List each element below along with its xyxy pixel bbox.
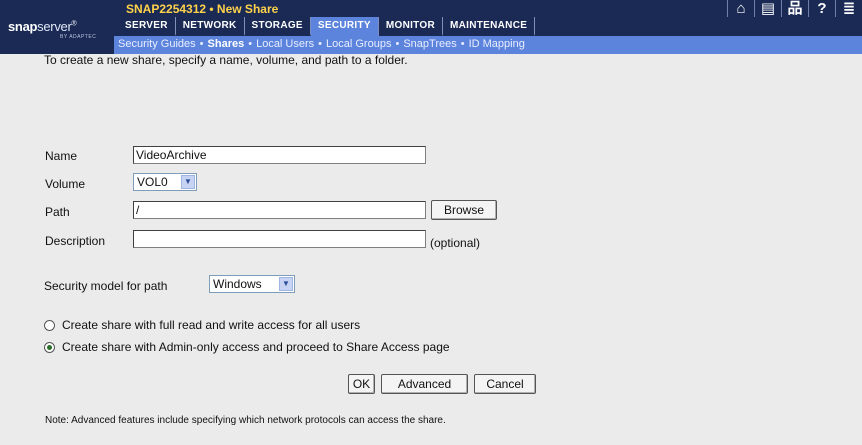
subnav-local-users[interactable]: Local Users [256,38,314,50]
logo-subtitle: BY ADAPTEC [60,34,97,40]
subnav-shares[interactable]: Shares [208,38,245,50]
security-model-value: Windows [213,277,262,291]
path-input[interactable]: / [133,201,426,219]
help-icon[interactable]: ? [808,0,835,17]
radio-full-access-label: Create share with full read and write ac… [62,318,361,332]
subnav-separator: • [395,38,400,50]
browse-button[interactable]: Browse [431,200,497,220]
security-model-select[interactable]: Windows ▼ [209,275,295,293]
intro-text: To create a new share, specify a name, v… [44,53,408,67]
logo-tm: ® [71,20,77,28]
subnav-separator: • [318,38,323,50]
description-label: Description [45,234,106,248]
server-icon[interactable]: ▤ [754,0,781,17]
tab-server[interactable]: SERVER [118,17,176,36]
advanced-button[interactable]: Advanced [381,374,468,394]
main-nav: SERVER NETWORK STORAGE SECURITY MONITOR … [114,17,862,36]
optional-hint: (optional) [430,236,481,250]
subnav-separator: • [199,38,204,50]
tab-network[interactable]: NETWORK [175,17,245,36]
subnav-separator: • [460,38,465,50]
radio-full-access-row[interactable]: Create share with full read and write ac… [44,318,360,332]
network-map-icon[interactable]: 品 [781,0,808,17]
subnav-id-mapping[interactable]: ID Mapping [469,38,525,50]
radio-full-access[interactable] [44,319,55,331]
chevron-down-icon: ▼ [181,175,195,189]
logo-light: server [37,19,72,34]
storage-icon[interactable]: ≣ [835,0,862,17]
tab-monitor[interactable]: MONITOR [378,17,443,36]
page-title: SNAP2254312 • New Share [126,2,279,16]
path-label: Path [45,205,70,219]
advanced-note: Note: Advanced features include specifyi… [45,415,446,426]
home-icon[interactable]: ⌂ [727,0,754,17]
cancel-button[interactable]: Cancel [474,374,536,394]
title-bar: SNAP2254312 • New Share ⌂ ▤ 品 ? ≣ [114,0,862,17]
logo-bold: snap [8,19,38,34]
header: snapserver® BY ADAPTEC SNAP2254312 • New… [0,0,862,54]
radio-admin-access-row[interactable]: Create share with Admin-only access and … [44,340,450,354]
subnav-separator: • [248,38,253,50]
volume-label: Volume [45,177,86,191]
snapserver-logo[interactable]: snapserver® BY ADAPTEC [8,19,96,40]
subnav-local-groups[interactable]: Local Groups [326,38,391,50]
name-input[interactable]: VideoArchive [133,146,426,164]
security-model-label: Security model for path [44,279,168,293]
radio-admin-access-label: Create share with Admin-only access and … [62,340,450,354]
description-input[interactable] [133,230,426,248]
name-label: Name [45,149,78,163]
subnav-snaptrees[interactable]: SnapTrees [403,38,456,50]
tab-storage[interactable]: STORAGE [244,17,311,36]
logo-box: snapserver® BY ADAPTEC [0,0,114,54]
subnav-security-guides[interactable]: Security Guides [118,38,196,50]
tab-security[interactable]: SECURITY [310,17,379,36]
tab-maintenance[interactable]: MAINTENANCE [443,17,536,36]
ok-button[interactable]: OK [348,374,375,394]
radio-admin-access[interactable] [44,341,55,353]
chevron-down-icon: ▼ [279,277,293,291]
header-icons: ⌂ ▤ 品 ? ≣ [727,0,862,17]
volume-value: VOL0 [137,175,168,189]
volume-select[interactable]: VOL0 ▼ [133,173,197,191]
sub-nav: Security Guides • Shares • Local Users • Local… [114,36,862,54]
